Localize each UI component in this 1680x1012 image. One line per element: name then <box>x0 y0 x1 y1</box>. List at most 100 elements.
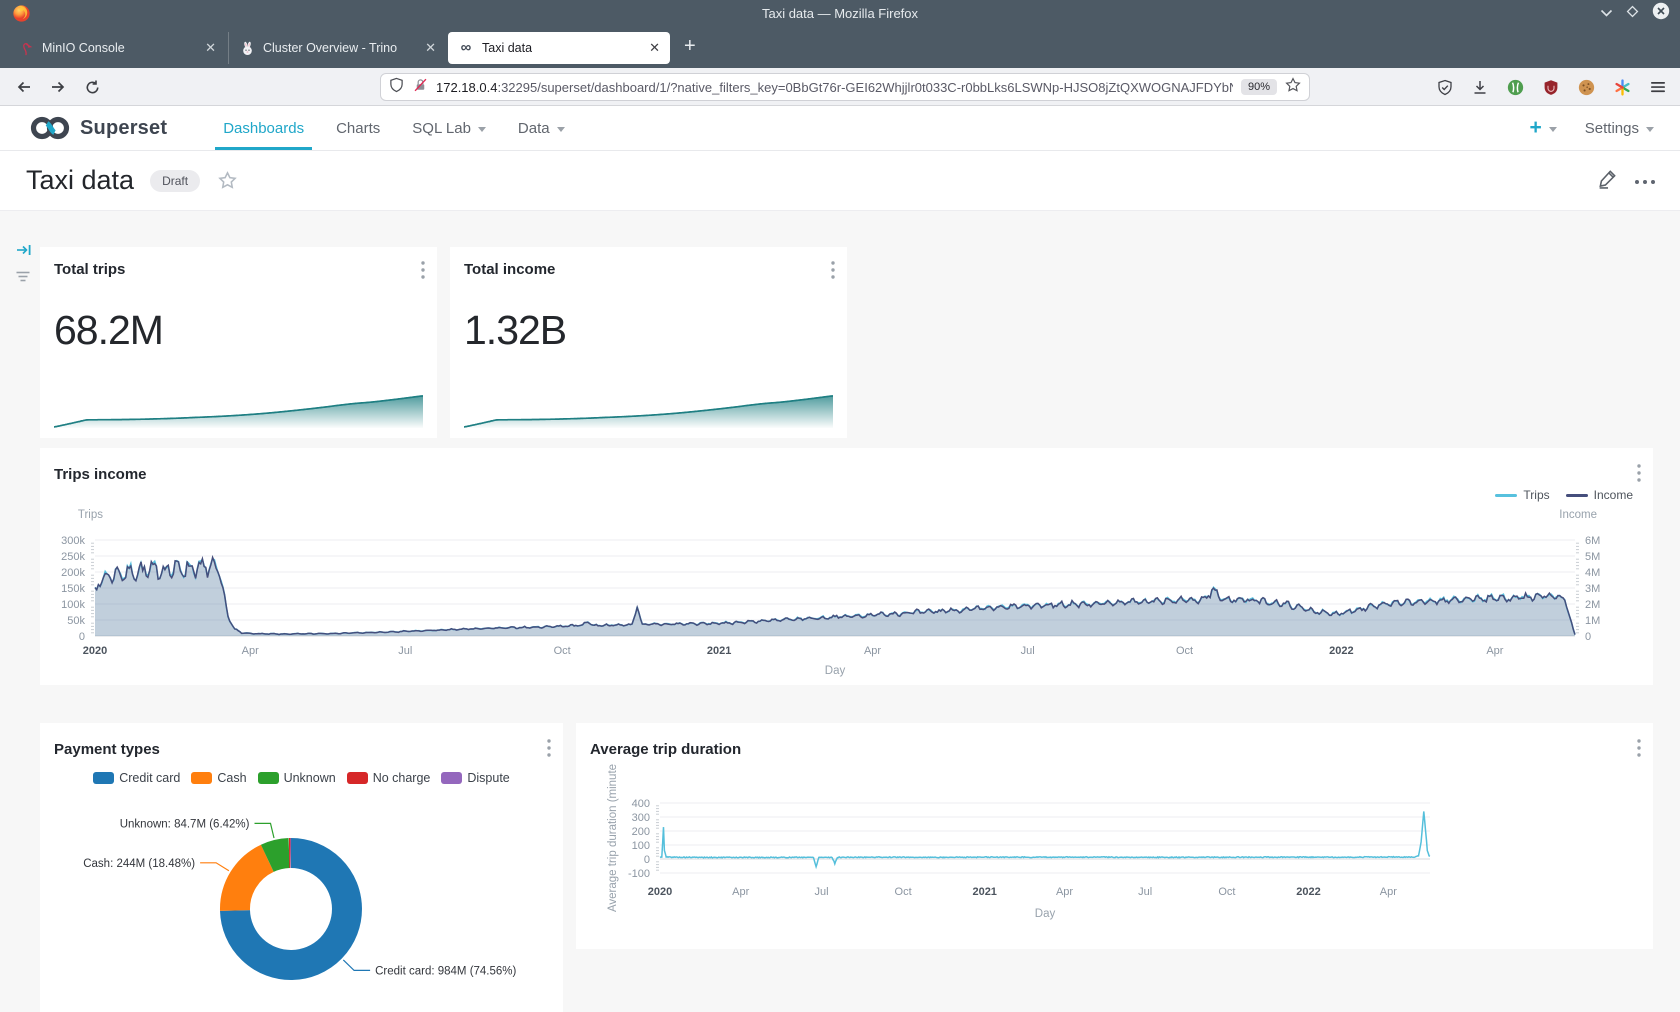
filter-icon[interactable] <box>16 269 30 287</box>
card-payment-types: Payment types Credit card Cash Unknown N… <box>40 723 563 1012</box>
svg-text:Average trip duration (minute: Average trip duration (minute <box>607 764 619 912</box>
chevron-down-icon <box>557 127 565 132</box>
legend-swatch <box>1495 494 1517 497</box>
window-title: Taxi data — Mozilla Firefox <box>0 0 1680 27</box>
svg-text:200k: 200k <box>61 567 85 579</box>
svg-text:Day: Day <box>1035 908 1056 920</box>
expand-filter-bar-icon[interactable] <box>16 243 32 262</box>
back-icon[interactable] <box>10 73 38 101</box>
chart-title: Average trip duration <box>590 741 741 758</box>
trips-income-chart[interactable]: 300k6M250k5M200k4M150k3M100k2M50k1M00202… <box>40 448 1653 685</box>
favorite-star-icon[interactable] <box>218 171 237 190</box>
ublock-icon[interactable] <box>1543 79 1559 96</box>
svg-text:Apr: Apr <box>732 886 749 898</box>
svg-text:Trips: Trips <box>78 509 103 521</box>
reload-icon[interactable] <box>78 73 106 101</box>
insecure-lock-icon[interactable] <box>413 77 428 98</box>
pocket-shield-check-icon[interactable] <box>1437 79 1453 96</box>
legend-item-cash[interactable]: Cash <box>191 771 246 785</box>
minio-icon <box>18 40 34 56</box>
edit-pencil-icon[interactable] <box>1597 168 1618 194</box>
tab-taxi-data[interactable]: ∞ Taxi data ✕ <box>448 32 670 64</box>
url-bar[interactable]: 172.18.0.4:32295/superset/dashboard/1/?n… <box>380 73 1310 101</box>
legend-item-dispute[interactable]: Dispute <box>441 771 509 785</box>
card-total-income: Total income 1.32B <box>450 247 847 438</box>
legend-item-unknown[interactable]: Unknown <box>258 771 336 785</box>
svg-text:150k: 150k <box>61 583 85 595</box>
svg-text:Apr: Apr <box>1380 886 1397 898</box>
legend-item-no-charge[interactable]: No charge <box>347 771 431 785</box>
svg-text:Jul: Jul <box>1021 645 1035 657</box>
svg-text:Jul: Jul <box>814 886 828 898</box>
more-actions-icon[interactable] <box>1634 172 1656 190</box>
tab-minio-console[interactable]: MinIO Console ✕ <box>8 32 226 64</box>
brand-name: Superset <box>80 117 167 140</box>
svg-text:Oct: Oct <box>1176 645 1193 657</box>
legend: Credit card Cash Unknown No charge Dispu… <box>40 771 563 785</box>
bookmark-star-icon[interactable] <box>1285 77 1301 98</box>
total-income-sparkline[interactable] <box>464 392 833 430</box>
superset-navbar: Superset Dashboards Charts SQL Lab Data … <box>0 106 1680 151</box>
legend-swatch <box>258 772 279 784</box>
legend-item-trips[interactable]: Trips <box>1495 488 1549 502</box>
chevron-down-icon <box>478 127 486 132</box>
total-trips-sparkline[interactable] <box>54 392 423 430</box>
dashboard-body: Total trips 68.2M Total income 1.32B Tri… <box>0 211 1680 1012</box>
cookie-icon[interactable] <box>1578 79 1595 96</box>
nav-item-charts[interactable]: Charts <box>320 106 396 150</box>
window-close-icon[interactable] <box>1652 2 1670 25</box>
svg-text:4M: 4M <box>1585 567 1600 579</box>
tab-close-icon[interactable]: ✕ <box>415 40 436 56</box>
kebab-menu-icon[interactable] <box>421 261 425 284</box>
nav-item-dashboards[interactable]: Dashboards <box>207 106 320 150</box>
svg-text:2021: 2021 <box>972 886 996 898</box>
zoom-level-badge[interactable]: 90% <box>1241 79 1277 95</box>
tab-close-icon[interactable]: ✕ <box>195 40 216 56</box>
svg-text:Credit card: 984M (74.56%): Credit card: 984M (74.56%) <box>375 965 516 977</box>
tab-label: Taxi data <box>482 41 532 55</box>
svg-text:1M: 1M <box>1585 615 1600 627</box>
url-path: :32295/superset/dashboard/1/?native_filt… <box>497 80 1233 95</box>
svg-text:300k: 300k <box>61 535 85 547</box>
kebab-menu-icon[interactable] <box>547 739 551 762</box>
legend-item-credit-card[interactable]: Credit card <box>93 771 180 785</box>
dashboard-header: Taxi data Draft <box>0 151 1680 211</box>
add-new-button[interactable]: + <box>1530 116 1557 140</box>
svg-text:6M: 6M <box>1585 535 1600 547</box>
svg-text:0: 0 <box>79 631 85 643</box>
superset-logo[interactable]: Superset <box>28 114 167 142</box>
privacy-badger-icon[interactable] <box>1507 79 1524 96</box>
tab-close-icon[interactable]: ✕ <box>639 40 660 56</box>
forward-icon[interactable] <box>44 73 72 101</box>
url-host: 172.18.0.4 <box>436 80 497 95</box>
multicolor-asterisk-icon[interactable] <box>1614 79 1631 96</box>
shield-icon[interactable] <box>389 77 404 98</box>
chevron-down-icon <box>1549 127 1557 132</box>
svg-text:Unknown: 84.7M (6.42%): Unknown: 84.7M (6.42%) <box>120 818 250 830</box>
tab-trino[interactable]: Cluster Overview - Trino ✕ <box>228 32 446 64</box>
trino-icon <box>239 40 255 56</box>
nav-item-data[interactable]: Data <box>502 106 581 150</box>
legend: Trips Income <box>1495 488 1633 502</box>
menu-hamburger-icon[interactable] <box>1650 80 1666 94</box>
svg-text:-100: -100 <box>628 868 650 880</box>
svg-text:2021: 2021 <box>707 645 731 657</box>
svg-text:250k: 250k <box>61 551 85 563</box>
payment-types-donut-chart[interactable]: Credit card: 984M (74.56%)Cash: 244M (18… <box>40 723 563 1012</box>
svg-text:Oct: Oct <box>1218 886 1235 898</box>
settings-menu[interactable]: Settings <box>1585 120 1654 137</box>
svg-text:0: 0 <box>644 854 650 866</box>
window-maximize-icon[interactable] <box>1626 5 1639 23</box>
firefox-window: Taxi data — Mozilla Firefox MinIO Consol… <box>0 0 1680 1012</box>
kebab-menu-icon[interactable] <box>1637 464 1641 487</box>
new-tab-button[interactable]: + <box>684 35 696 58</box>
kebab-menu-icon[interactable] <box>831 261 835 284</box>
window-minimize-icon[interactable] <box>1600 5 1613 23</box>
nav-item-sql-lab[interactable]: SQL Lab <box>396 106 502 150</box>
download-icon[interactable] <box>1472 79 1488 96</box>
svg-text:Apr: Apr <box>864 645 881 657</box>
legend-item-income[interactable]: Income <box>1566 488 1633 502</box>
legend-swatch <box>347 772 368 784</box>
kebab-menu-icon[interactable] <box>1637 739 1641 762</box>
svg-text:0: 0 <box>1585 631 1591 643</box>
